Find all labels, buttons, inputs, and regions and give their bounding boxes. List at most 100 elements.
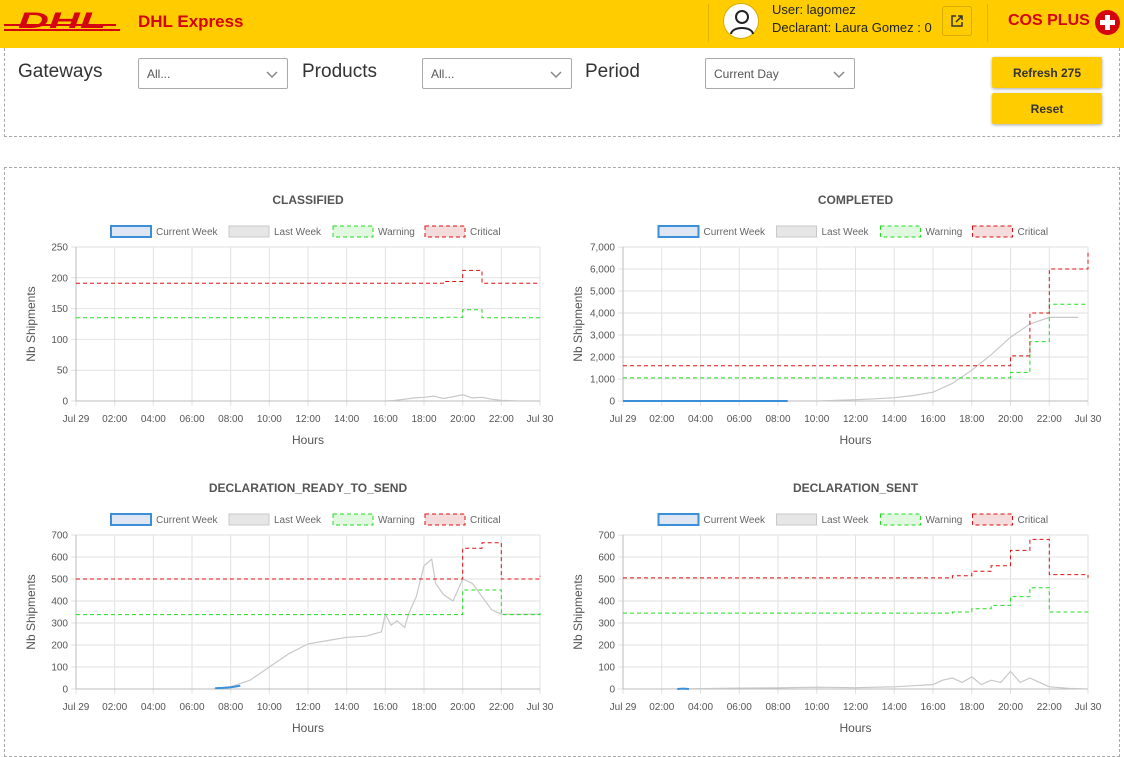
x-tick-label: 22:00 <box>489 414 514 425</box>
x-tick-label: 20:00 <box>998 702 1023 713</box>
x-tick-label: 06:00 <box>179 414 204 425</box>
y-tick-label: 600 <box>51 553 68 564</box>
chart-declaration-sent: DECLARATION_SENTCurrent WeekLast WeekWar… <box>565 476 1105 734</box>
x-tick-label: 04:00 <box>141 414 166 425</box>
gateways-select[interactable]: All... <box>138 58 288 89</box>
legend-label: Critical <box>470 515 501 526</box>
legend-swatch <box>111 514 151 525</box>
x-tick-label: 08:00 <box>218 702 243 713</box>
y-tick-label: 250 <box>51 243 68 254</box>
legend-swatch <box>425 514 465 525</box>
x-tick-label: 10:00 <box>257 702 282 713</box>
products-select[interactable]: All... <box>422 58 572 89</box>
period-select[interactable]: Current Day <box>705 58 855 89</box>
chart-title: DECLARATION_SENT <box>793 481 919 495</box>
legend-swatch <box>777 226 817 237</box>
logout-button[interactable] <box>942 6 972 36</box>
y-tick-label: 700 <box>598 531 615 542</box>
gateways-label: Gateways <box>18 61 102 83</box>
x-tick-label: 14:00 <box>334 702 359 713</box>
x-tick-label: Jul 29 <box>63 414 90 425</box>
y-tick-label: 0 <box>609 397 615 408</box>
period-select-value: Current Day <box>714 67 779 81</box>
x-tick-label: 16:00 <box>373 702 398 713</box>
dhl-logo-icon[interactable]: DHL <box>4 10 120 36</box>
chart-title: COMPLETED <box>818 193 894 207</box>
legend-swatch <box>973 514 1013 525</box>
legend-swatch <box>659 514 699 525</box>
y-tick-label: 0 <box>609 685 615 696</box>
legend-label: Last Week <box>274 227 322 238</box>
legend-swatch <box>777 514 817 525</box>
reset-button[interactable]: Reset <box>992 93 1102 124</box>
y-tick-label: 300 <box>51 619 68 630</box>
legend-label: Critical <box>1018 227 1049 238</box>
x-tick-label: 02:00 <box>649 702 674 713</box>
chart-declaration-ready-to-send: DECLARATION_READY_TO_SENDCurrent WeekLas… <box>18 476 550 734</box>
chart-title: DECLARATION_READY_TO_SEND <box>209 481 408 495</box>
app-header: DHL DHL Express User: lagomez Declarant:… <box>0 0 1124 48</box>
y-tick-label: 150 <box>51 304 68 315</box>
x-tick-label: 04:00 <box>141 702 166 713</box>
legend-swatch <box>333 226 373 237</box>
x-axis-label: Hours <box>839 721 871 735</box>
x-tick-label: 18:00 <box>411 414 436 425</box>
legend-label: Current Week <box>156 515 219 526</box>
x-tick-label: 08:00 <box>765 702 790 713</box>
declarant-label: Declarant: Laura Gomez : 0 <box>772 20 932 35</box>
y-tick-label: 200 <box>51 641 68 652</box>
legend-label: Current Week <box>156 227 219 238</box>
x-tick-label: 08:00 <box>765 414 790 425</box>
x-tick-label: 20:00 <box>450 702 475 713</box>
legend-label: Warning <box>378 227 415 238</box>
legend-swatch <box>425 226 465 237</box>
x-tick-label: 04:00 <box>688 702 713 713</box>
period-label: Period <box>585 61 640 83</box>
legend-swatch <box>111 226 151 237</box>
x-tick-label: 14:00 <box>882 702 907 713</box>
app-title: DHL Express <box>138 12 244 32</box>
y-tick-label: 1,000 <box>590 375 615 386</box>
y-axis-label: Nb Shipments <box>24 286 38 361</box>
legend-swatch <box>229 226 269 237</box>
y-tick-label: 100 <box>51 335 68 346</box>
x-tick-label: Jul 29 <box>610 702 637 713</box>
svg-text:DHL: DHL <box>18 10 106 33</box>
x-tick-label: 16:00 <box>920 414 945 425</box>
x-tick-label: 06:00 <box>727 414 752 425</box>
x-tick-label: 12:00 <box>295 414 320 425</box>
y-tick-label: 200 <box>51 273 68 284</box>
legend-swatch <box>973 226 1013 237</box>
products-select-value: All... <box>431 67 454 81</box>
products-label: Products <box>302 61 377 83</box>
y-tick-label: 2,000 <box>590 353 615 364</box>
legend-label: Warning <box>926 227 963 238</box>
y-tick-label: 7,000 <box>590 243 615 254</box>
external-link-icon <box>950 14 964 28</box>
y-tick-label: 100 <box>598 663 615 674</box>
x-tick-label: 10:00 <box>257 414 282 425</box>
user-avatar-icon[interactable] <box>723 3 759 39</box>
y-tick-label: 0 <box>62 397 68 408</box>
chart-completed: COMPLETEDCurrent WeekLast WeekWarningCri… <box>565 188 1105 446</box>
x-axis-label: Hours <box>292 721 324 735</box>
x-axis-label: Hours <box>839 433 871 447</box>
y-tick-label: 700 <box>51 531 68 542</box>
refresh-button[interactable]: Refresh 275 <box>992 57 1102 88</box>
y-tick-label: 400 <box>598 597 615 608</box>
legend-swatch <box>881 226 921 237</box>
x-tick-label: 16:00 <box>373 414 398 425</box>
x-tick-label: 10:00 <box>804 414 829 425</box>
x-tick-label: Jul 30 <box>527 414 554 425</box>
y-tick-label: 0 <box>62 685 68 696</box>
y-tick-label: 100 <box>51 663 68 674</box>
chevron-down-icon <box>832 67 846 81</box>
product-title: COS PLUS <box>1008 12 1090 30</box>
x-tick-label: 06:00 <box>727 702 752 713</box>
x-tick-label: 16:00 <box>920 702 945 713</box>
x-tick-label: 02:00 <box>649 414 674 425</box>
user-name-label: User: lagomez <box>772 2 856 17</box>
x-tick-label: 12:00 <box>843 414 868 425</box>
x-tick-label: 06:00 <box>179 702 204 713</box>
x-tick-label: Jul 30 <box>1075 414 1102 425</box>
